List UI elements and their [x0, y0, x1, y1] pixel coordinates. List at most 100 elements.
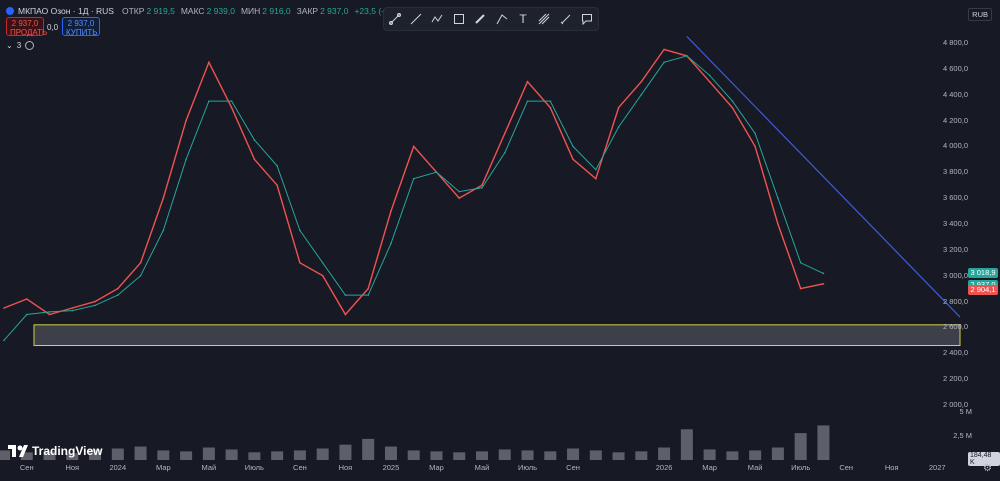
- volume-bar: [498, 449, 511, 460]
- volume-bar: [567, 448, 580, 460]
- ma-point: [822, 272, 825, 275]
- volume-bar: [248, 452, 261, 460]
- price-point: [230, 106, 233, 109]
- volume-bar: [339, 444, 352, 460]
- chevron-down-icon: ⌄: [6, 41, 13, 50]
- brush-icon[interactable]: [473, 12, 487, 26]
- volume-bar: [817, 425, 830, 460]
- price-axis-label: 3 800,0: [942, 167, 968, 177]
- pitchfork-icon[interactable]: [537, 12, 551, 26]
- ma-point: [367, 294, 369, 296]
- price-axis-label: 3 400,0: [942, 218, 968, 228]
- price-chart[interactable]: [0, 0, 1000, 481]
- sell-button[interactable]: 2 937,0 ПРОДАТЬ: [6, 17, 48, 37]
- line-tool-icon[interactable]: [388, 12, 402, 26]
- drawing-toolbar: T: [383, 7, 599, 31]
- moving-average-line: [3, 55, 824, 341]
- ma-point: [686, 55, 688, 57]
- price-point: [640, 80, 643, 83]
- ma-point: [390, 242, 392, 245]
- tradingview-logo-icon: [8, 445, 28, 457]
- ma-point: [481, 186, 483, 189]
- measure-icon[interactable]: [559, 12, 573, 26]
- indicators-count: 3: [16, 41, 22, 50]
- ohlc-values: ОТКР 2 919,5 МАКС 2 939,0 МИН 2 916,0 ЗАКР 2 93…: [122, 6, 417, 16]
- volume-bar: [476, 451, 488, 460]
- volume-bar: [384, 446, 397, 460]
- price-axis-label: 4 800,0: [942, 37, 968, 47]
- price-badge: 3 018,9: [968, 268, 998, 279]
- ma-point: [458, 190, 461, 193]
- time-axis-label: Сен: [839, 463, 854, 472]
- time-axis-label: 2027: [928, 463, 946, 472]
- spread-value: 0,0: [47, 23, 59, 32]
- volume-bar: [749, 450, 762, 460]
- ma-point: [276, 164, 278, 167]
- time-axis-label: Сен: [566, 463, 580, 472]
- volume-bar: [612, 452, 625, 460]
- symbol-title[interactable]: МКПАО Озон · 1Д · RUS: [6, 6, 114, 16]
- ohlc-key: МАКС: [180, 6, 205, 16]
- price-point: [754, 145, 756, 148]
- price-axis-label: 3 600,0: [942, 193, 968, 203]
- buy-button[interactable]: 2 937,0 КУПИТЬ: [62, 17, 100, 37]
- price-point: [71, 307, 74, 309]
- volume-bar: [362, 438, 375, 460]
- ohlc-key: ЗАКР: [296, 6, 319, 16]
- text-icon[interactable]: T: [516, 12, 530, 26]
- price-point: [617, 106, 620, 109]
- currency-selector[interactable]: RUB: [968, 8, 992, 21]
- settings-gear-icon[interactable]: ⚙: [983, 463, 992, 474]
- price-point: [799, 287, 802, 290]
- ohlc-value: 2 939,0: [206, 6, 235, 16]
- price-point: [731, 106, 734, 109]
- support-zone-rect: [33, 324, 961, 347]
- price-axis-label: 3 000,0: [942, 270, 968, 280]
- ma-point: [708, 74, 711, 77]
- ma-point: [777, 197, 779, 199]
- price-point: [367, 287, 369, 290]
- time-axis-label: Май: [474, 463, 490, 472]
- volume-bar: [771, 447, 784, 460]
- trend-line-icon[interactable]: [409, 12, 423, 26]
- time-axis-label: Май: [747, 463, 763, 472]
- fib-icon[interactable]: [495, 12, 509, 26]
- price-point: [117, 287, 119, 290]
- sell-label: ПРОДАТЬ: [10, 28, 48, 37]
- ohlc-key: ОТКР: [122, 6, 145, 16]
- volume-bar: [293, 450, 306, 460]
- volume-bar: [453, 452, 466, 460]
- price-point: [208, 61, 210, 64]
- ma-point: [435, 171, 438, 174]
- ohlc-key: МИН: [240, 6, 261, 16]
- ma-point: [185, 158, 187, 161]
- price-point: [299, 261, 301, 264]
- comment-icon[interactable]: [580, 12, 594, 26]
- volume-bar: [111, 448, 124, 460]
- time-axis-label: Июль: [244, 463, 264, 472]
- price-point: [162, 197, 165, 199]
- path-icon[interactable]: [430, 12, 444, 26]
- ohlc-value: 2 916,0: [262, 6, 291, 16]
- price-point: [549, 106, 552, 109]
- tradingview-brand: TradingView: [32, 444, 103, 458]
- ma-point: [71, 309, 74, 312]
- volume-bar: [726, 451, 739, 460]
- tradingview-logo[interactable]: TradingView: [8, 444, 102, 458]
- volume-bar: [794, 433, 807, 460]
- indicators-toggle[interactable]: ⌄ 3: [6, 41, 35, 50]
- price-point: [25, 298, 28, 300]
- volume-bar: [635, 451, 648, 460]
- time-axis-label: 2026: [655, 463, 673, 472]
- volume-bar: [271, 451, 284, 460]
- ma-point: [503, 152, 506, 154]
- rectangle-icon[interactable]: [452, 12, 466, 26]
- price-point: [595, 177, 597, 180]
- ma-point: [162, 229, 165, 232]
- price-point: [48, 313, 51, 316]
- time-axis-label: Ноя: [65, 463, 80, 472]
- ma-point: [48, 311, 51, 313]
- price-point: [412, 145, 415, 148]
- ma-point: [640, 93, 643, 96]
- ma-point: [754, 132, 756, 135]
